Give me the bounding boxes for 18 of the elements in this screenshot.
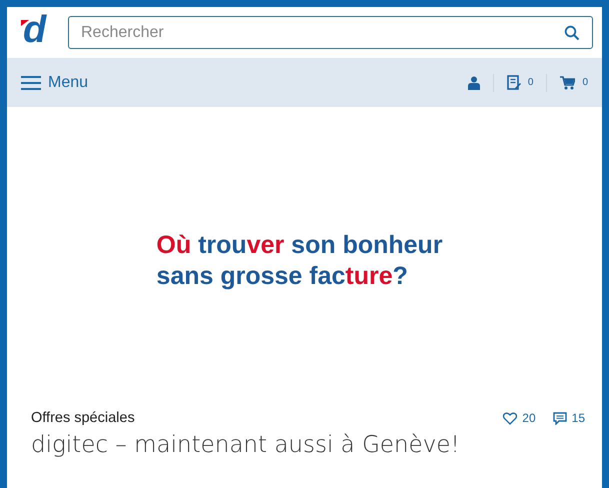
comment-icon[interactable] [552,412,567,424]
like-count: 20 [522,411,536,425]
comment-count: 15 [572,411,585,425]
category-label: Offres spéciales [31,410,135,426]
cart-icon[interactable] [560,76,576,90]
logo[interactable]: d [21,16,53,48]
search-field[interactable]: Rechercher [68,16,593,49]
menu-icon [21,74,41,90]
menu-button[interactable]: Menu [21,74,88,92]
search-icon[interactable] [564,25,580,41]
user-icon[interactable] [468,76,480,90]
wishlist-count: 0 [528,77,534,88]
banner-slogan-line: sans grosse facture? [156,260,409,292]
notepad-icon[interactable] [506,75,521,90]
article-title[interactable]: digitec – maintenant aussi à Genève! [31,432,578,458]
cart-count: 0 [582,77,588,88]
banner-slogan-line: Où trouver son bonheur [156,230,443,260]
heart-icon[interactable] [503,412,518,424]
